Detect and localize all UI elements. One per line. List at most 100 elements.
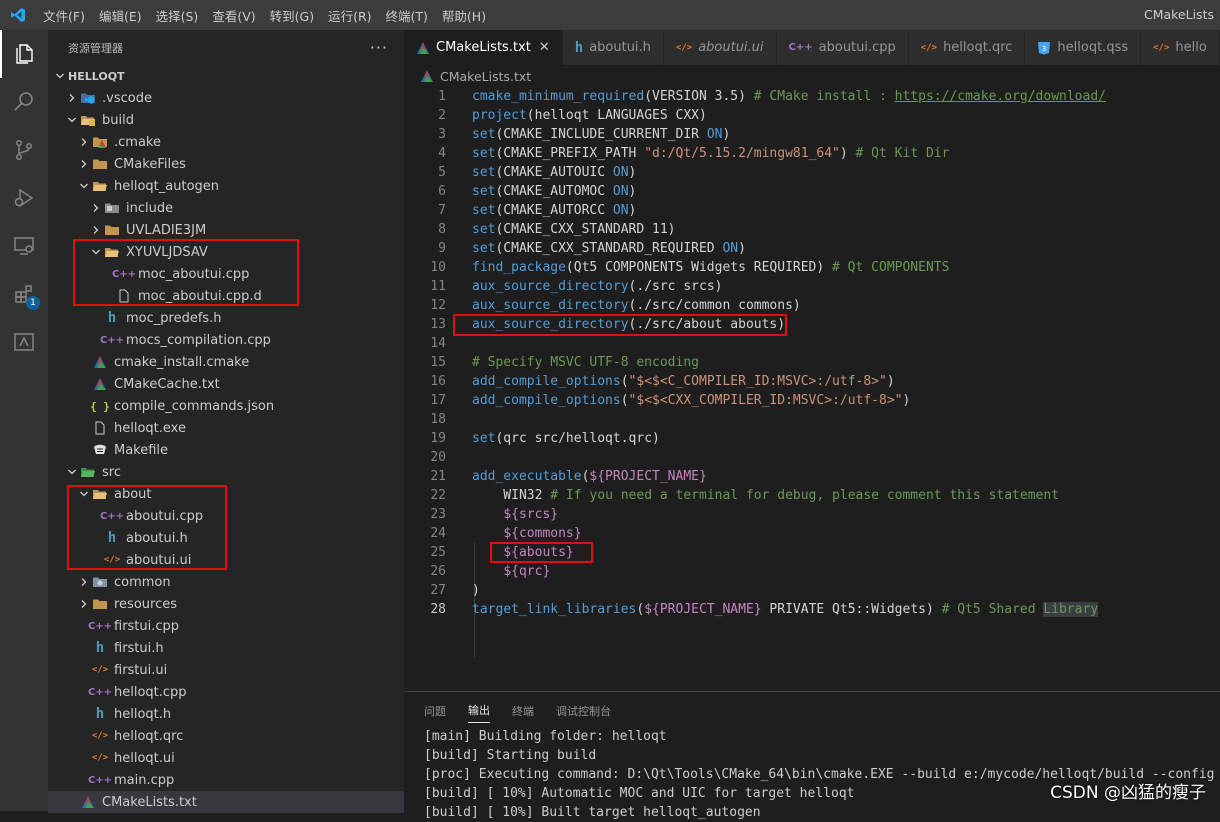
- code-editor[interactable]: 1 cmake_minimum_required(VERSION 3.5) # C…: [404, 87, 1220, 707]
- menu-item-3[interactable]: 查看(V): [205, 6, 262, 25]
- code-line[interactable]: 10 find_package(Qt5 COMPONENTS Widgets RE…: [404, 258, 1220, 277]
- tree-item[interactable]: { } compile_commands.json: [48, 395, 404, 417]
- tree-item[interactable]: </> firstui.ui: [48, 659, 404, 681]
- code-line[interactable]: 25 ${abouts}: [404, 543, 1220, 562]
- tree-item[interactable]: .vscode: [48, 87, 404, 109]
- code-line[interactable]: 11 aux_source_directory(./src srcs): [404, 277, 1220, 296]
- tree-item[interactable]: Makefile: [48, 439, 404, 461]
- tree-item[interactable]: common: [48, 571, 404, 593]
- panel-tab[interactable]: 终端: [512, 697, 534, 723]
- tree-item[interactable]: </> helloqt.qrc: [48, 725, 404, 747]
- tree-item[interactable]: C++ aboutui.cpp: [48, 505, 404, 527]
- menu-item-1[interactable]: 编辑(E): [92, 6, 149, 25]
- tree-item[interactable]: resources: [48, 593, 404, 615]
- code-line[interactable]: 4 set(CMAKE_PREFIX_PATH "d:/Qt/5.15.2/min…: [404, 144, 1220, 163]
- editor-tab[interactable]: 3 helloqt.qss: [1025, 30, 1142, 65]
- tree-item[interactable]: CMakeFiles: [48, 153, 404, 175]
- code-line[interactable]: 12 aux_source_directory(./src/common comm…: [404, 296, 1220, 315]
- editor-tab[interactable]: C++ aboutui.cpp: [776, 30, 909, 65]
- code-token[interactable]: https://cmake.org/download/: [895, 89, 1106, 104]
- svg-text:3: 3: [1042, 45, 1046, 53]
- tree-item[interactable]: cmake_install.cmake: [48, 351, 404, 373]
- editor-tab[interactable]: </> helloqt.qrc: [908, 30, 1026, 65]
- code-line[interactable]: 17 add_compile_options("$<$<CXX_COMPILER_…: [404, 391, 1220, 410]
- tree-item[interactable]: XYUVLJDSAV: [48, 241, 404, 263]
- menu-item-5[interactable]: 运行(R): [321, 6, 378, 25]
- tree-item[interactable]: h helloqt.h: [48, 703, 404, 725]
- tree-item[interactable]: C++ main.cpp: [48, 769, 404, 791]
- editor-tab[interactable]: h aboutui.h: [562, 30, 664, 65]
- panel-tab[interactable]: 问题: [424, 697, 446, 723]
- chevron-right-icon: [88, 203, 104, 213]
- code-line[interactable]: 6 set(CMAKE_AUTOMOC ON): [404, 182, 1220, 201]
- tree-item[interactable]: helloqt.exe: [48, 417, 404, 439]
- tree-item[interactable]: C++ firstui.cpp: [48, 615, 404, 637]
- tree-item[interactable]: </> helloqt.ui: [48, 747, 404, 769]
- breadcrumb[interactable]: CMakeLists.txt: [404, 65, 1220, 87]
- tree-item[interactable]: helloqt_autogen: [48, 175, 404, 197]
- code-line[interactable]: 5 set(CMAKE_AUTOUIC ON): [404, 163, 1220, 182]
- tree-item[interactable]: UVLADIE3JM: [48, 219, 404, 241]
- code-line[interactable]: 7 set(CMAKE_AUTORCC ON): [404, 201, 1220, 220]
- code-line[interactable]: 3 set(CMAKE_INCLUDE_CURRENT_DIR ON): [404, 125, 1220, 144]
- tree-item[interactable]: CMakeCache.txt: [48, 373, 404, 395]
- editor-tab[interactable]: CMakeLists.txt ✕: [404, 30, 563, 65]
- tree-item[interactable]: h firstui.h: [48, 637, 404, 659]
- tree-item[interactable]: h moc_predefs.h: [48, 307, 404, 329]
- close-icon[interactable]: ✕: [539, 40, 550, 55]
- tree-item-label: main.cpp: [114, 772, 175, 788]
- explorer-icon[interactable]: [0, 30, 48, 78]
- menu-item-4[interactable]: 转到(G): [263, 6, 321, 25]
- panel-tab[interactable]: 调试控制台: [556, 697, 611, 723]
- code-line[interactable]: 23 ${srcs}: [404, 505, 1220, 524]
- menu-item-0[interactable]: 文件(F): [36, 6, 92, 25]
- tree-item[interactable]: include: [48, 197, 404, 219]
- code-line[interactable]: 8 set(CMAKE_CXX_STANDARD 11): [404, 220, 1220, 239]
- cmake-panel-icon[interactable]: [0, 318, 48, 366]
- tree-item[interactable]: src: [48, 461, 404, 483]
- output-log[interactable]: [main] Building folder: helloqt [build] S…: [404, 727, 1220, 822]
- menu-item-2[interactable]: 选择(S): [149, 6, 206, 25]
- code-line[interactable]: 14: [404, 334, 1220, 353]
- code-line[interactable]: 24 ${commons}: [404, 524, 1220, 543]
- root-folder[interactable]: HELLOQT: [48, 65, 404, 87]
- tree-item[interactable]: C++ mocs_compilation.cpp: [48, 329, 404, 351]
- editor-tab[interactable]: </> aboutui.ui: [663, 30, 777, 65]
- tree-item[interactable]: moc_aboutui.cpp.d: [48, 285, 404, 307]
- code-line[interactable]: 1 cmake_minimum_required(VERSION 3.5) # C…: [404, 87, 1220, 106]
- extensions-icon[interactable]: 1: [0, 270, 48, 318]
- code-line[interactable]: 16 add_compile_options("$<$<C_COMPILER_ID…: [404, 372, 1220, 391]
- code-line[interactable]: 18: [404, 410, 1220, 429]
- tree-item[interactable]: C++ helloqt.cpp: [48, 681, 404, 703]
- tree-item[interactable]: build: [48, 109, 404, 131]
- tree-item[interactable]: h aboutui.h: [48, 527, 404, 549]
- tree-item[interactable]: .cmake: [48, 131, 404, 153]
- panel-tab[interactable]: 输出: [468, 696, 490, 723]
- editor-tab[interactable]: </> hello: [1141, 30, 1220, 65]
- code-line[interactable]: 9 set(CMAKE_CXX_STANDARD_REQUIRED ON): [404, 239, 1220, 258]
- code-line[interactable]: 20: [404, 448, 1220, 467]
- code-line[interactable]: 2 project(helloqt LANGUAGES CXX): [404, 106, 1220, 125]
- code-line[interactable]: 26 ${qrc}: [404, 562, 1220, 581]
- search-icon[interactable]: [0, 78, 48, 126]
- code-line[interactable]: 13 aux_source_directory(./src/about about…: [404, 315, 1220, 334]
- code-line[interactable]: 19 set(qrc src/helloqt.qrc): [404, 429, 1220, 448]
- tree-item[interactable]: CMakeLists.txt: [48, 791, 404, 813]
- tree-item[interactable]: about: [48, 483, 404, 505]
- code-line[interactable]: 21 add_executable(${PROJECT_NAME}: [404, 467, 1220, 486]
- code-line[interactable]: 28 target_link_libraries(${PROJECT_NAME} …: [404, 600, 1220, 619]
- tree-item[interactable]: </> aboutui.ui: [48, 549, 404, 571]
- source-control-icon[interactable]: [0, 126, 48, 174]
- more-actions-icon[interactable]: ···: [370, 38, 388, 57]
- menu-item-6[interactable]: 终端(T): [379, 6, 435, 25]
- run-debug-icon[interactable]: [0, 174, 48, 222]
- tree-item[interactable]: C++ moc_aboutui.cpp: [48, 263, 404, 285]
- code-line[interactable]: 15 # Specify MSVC UTF-8 encoding: [404, 353, 1220, 372]
- code-line[interactable]: 27): [404, 581, 1220, 600]
- code-line[interactable]: 22 WIN32 # If you need a terminal for de…: [404, 486, 1220, 505]
- cmake-file-icon: [420, 69, 434, 83]
- menu-item-7[interactable]: 帮助(H): [435, 6, 493, 25]
- remote-explorer-icon[interactable]: [0, 222, 48, 270]
- chevron-down-icon: [52, 71, 68, 81]
